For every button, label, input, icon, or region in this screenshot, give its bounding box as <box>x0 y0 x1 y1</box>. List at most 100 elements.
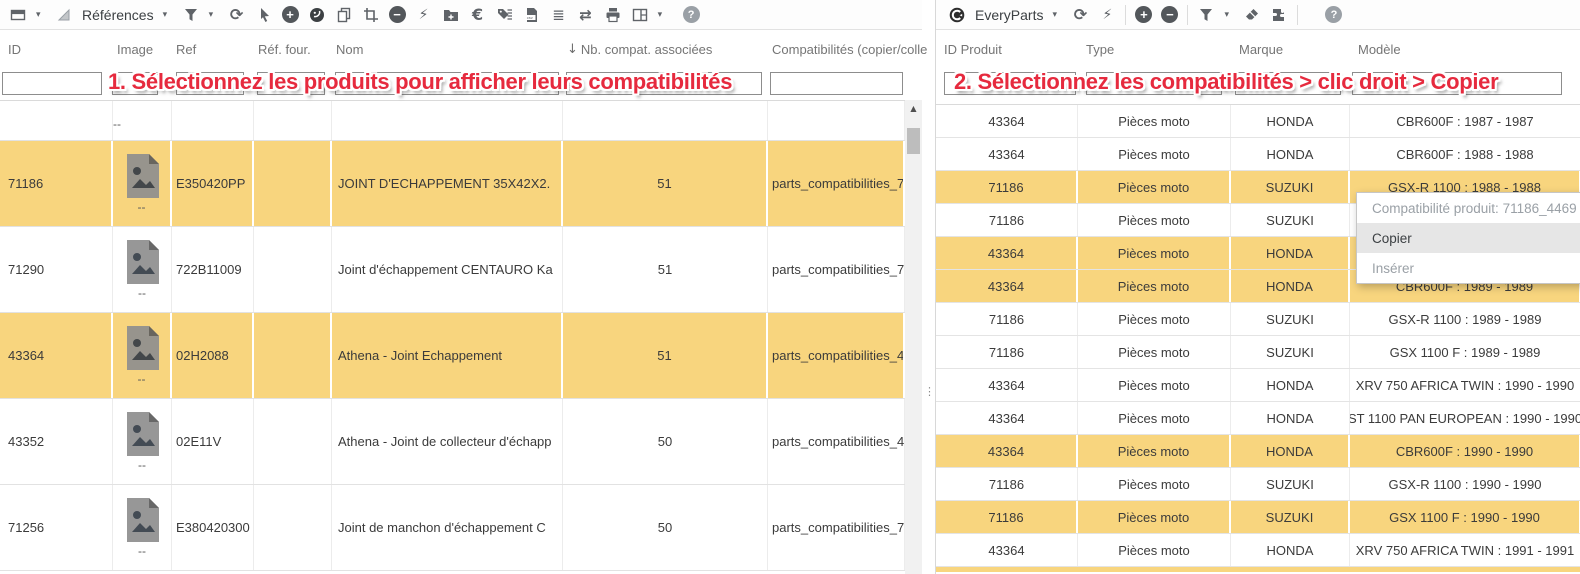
cell-id-produit: 43364 <box>936 435 1078 467</box>
filter-icon[interactable] <box>1197 6 1215 24</box>
euro-icon[interactable]: € <box>469 6 487 24</box>
lightning-icon[interactable]: ⚡ <box>415 6 433 24</box>
tag-list-icon[interactable] <box>496 6 514 24</box>
svg-text:csv: csv <box>526 15 532 20</box>
remove-circle-icon[interactable]: − <box>389 6 406 23</box>
cell-modele: CBR600F : 1990 - 1990 <box>1350 435 1580 467</box>
table-row[interactable]: 43364Pièces motoHONDACBR600F : 1990 - 19… <box>936 435 1580 468</box>
shuffle-icon[interactable]: ⇄ <box>577 6 595 24</box>
annotation-step-1: 1. Sélectionnez les produits pour affich… <box>108 69 732 95</box>
layout-icon[interactable] <box>631 6 649 24</box>
table-row[interactable]: 43364Pièces motoHONDAXRV 750 AFRICA TWIN… <box>936 369 1580 402</box>
csv-file-icon[interactable]: csv <box>523 6 541 24</box>
column-header-compatibilites[interactable]: Compatibilités (copier/colle <box>768 30 905 68</box>
cell-type: Pièces moto <box>1078 270 1231 302</box>
table-row[interactable]: 71186Pièces motoSUZUKIGSX-R 1100 : 1990 … <box>936 468 1580 501</box>
column-header-nom[interactable]: Nom <box>332 30 563 68</box>
cell-type: Pièces moto <box>1078 204 1231 236</box>
cell-marque: HONDA <box>1231 105 1350 137</box>
cell-nom: JOINT D'ECHAPPEMENT 35X42X2. <box>332 141 563 226</box>
cell-compatibilites <box>768 101 905 140</box>
column-header-image[interactable]: Image <box>113 30 172 68</box>
view-name-label[interactable]: Références <box>82 7 154 23</box>
cell-ref: 02H2088 <box>172 313 254 398</box>
table-row[interactable]: 43364Pièces motoHONDACBR600F : 1987 - 19… <box>936 105 1580 138</box>
cell-type: Pièces moto <box>1078 435 1231 467</box>
chevron-down-icon[interactable]: ▾ <box>658 10 668 20</box>
help-icon[interactable]: ? <box>683 6 700 23</box>
filter-input-id[interactable] <box>2 72 102 95</box>
table-row-partial[interactable]: -- <box>0 101 905 141</box>
chevron-down-icon[interactable]: ▾ <box>163 10 173 20</box>
window-icon[interactable] <box>9 6 27 24</box>
cell-type: Pièces moto <box>1078 369 1231 401</box>
table-row[interactable]: 71186Pièces motoSUZUKIGSX-R 1100 : 1989 … <box>936 303 1580 336</box>
chevron-down-icon[interactable]: ▾ <box>1052 10 1062 20</box>
column-header-nb-compat[interactable]: ↓ Nb. compat. associées <box>563 30 768 68</box>
copy-icon[interactable] <box>335 6 353 24</box>
numbered-list-icon[interactable]: ≣ <box>550 6 568 24</box>
remove-circle-icon[interactable]: − <box>1161 6 1178 23</box>
table-row[interactable]: 71186--E350420PPJOINT D'ECHAPPEMENT 35X4… <box>0 141 905 227</box>
cell-marque: SUZUKI <box>1231 468 1350 500</box>
right-table-header: ID Produit Type Marque Modèle <box>936 30 1580 68</box>
cell-marque: HONDA <box>1231 402 1350 434</box>
dark-circle-icon[interactable] <box>308 6 326 24</box>
cell-image: -- <box>113 485 172 570</box>
cell-marque: HONDA <box>1231 534 1350 566</box>
column-header-ref[interactable]: Ref <box>172 30 254 68</box>
add-circle-icon[interactable]: + <box>1135 6 1152 23</box>
print-icon[interactable] <box>604 6 622 24</box>
column-header-marque[interactable]: Marque <box>1231 30 1350 68</box>
chevron-down-icon[interactable]: ▾ <box>1224 10 1234 20</box>
chevron-down-icon[interactable]: ▾ <box>36 10 46 20</box>
cell-type: Pièces moto <box>1078 534 1231 566</box>
table-row[interactable]: 71186Pièces motoSUZUKIGSX 1100 F : 1989 … <box>936 336 1580 369</box>
table-row[interactable]: 43352--02E11VAthena - Joint de collecteu… <box>0 399 905 485</box>
column-header-id[interactable]: ID <box>0 30 113 68</box>
scroll-up-arrow-icon[interactable]: ▲ <box>905 100 922 117</box>
context-menu-item-inserer[interactable]: Insérer <box>1357 253 1580 283</box>
image-placeholder: -- <box>138 459 146 471</box>
table-row[interactable]: 71186Pièces motoSUZUKIGSX 1100 F : 1990 … <box>936 501 1580 534</box>
table-row[interactable]: 71256--E380420300Joint de manchon d'écha… <box>0 485 905 571</box>
app-name-label[interactable]: EveryParts <box>975 7 1043 23</box>
lightning-icon[interactable]: ⚡ <box>1098 6 1116 24</box>
cell-marque: HONDA <box>1231 237 1350 269</box>
application-window: ▾ Références ▾ ▾ ⟳ + − <box>0 0 1580 574</box>
context-menu-item-copier[interactable]: Copier <box>1357 223 1580 253</box>
vertical-scrollbar[interactable]: ▲ <box>905 100 922 574</box>
cell-modele: CBR600F : 1987 - 1987 <box>1350 105 1580 137</box>
column-header-id-produit[interactable]: ID Produit <box>936 30 1078 68</box>
panel-splitter[interactable]: ⋮⋮ <box>922 30 935 574</box>
cell-id-produit: 71186 <box>936 501 1078 533</box>
table-row[interactable]: 43364--02H2088Athena - Joint Echappement… <box>0 313 905 399</box>
cell-type: Pièces moto <box>1078 468 1231 500</box>
filter-icon[interactable] <box>182 6 200 24</box>
left-table-header: ID Image Ref Réf. four. Nom ↓ Nb. compat… <box>0 30 905 68</box>
column-header-ref-four[interactable]: Réf. four. <box>254 30 332 68</box>
folder-add-icon[interactable] <box>442 6 460 24</box>
crop-icon[interactable] <box>362 6 380 24</box>
table-row[interactable]: 43364Pièces motoHONDACBR600F : 1988 - 19… <box>936 138 1580 171</box>
set-square-icon <box>55 6 73 24</box>
cell-id: 43352 <box>0 399 113 484</box>
puzzle-icon[interactable] <box>1270 6 1288 24</box>
add-circle-icon[interactable]: + <box>282 6 299 23</box>
column-header-modele[interactable]: Modèle <box>1350 30 1580 68</box>
table-row-partial[interactable] <box>936 567 1580 572</box>
cursor-icon[interactable] <box>255 6 273 24</box>
chevron-down-icon[interactable]: ▾ <box>209 10 219 20</box>
refresh-icon[interactable]: ⟳ <box>1071 6 1089 24</box>
refresh-icon[interactable]: ⟳ <box>228 6 246 24</box>
help-icon[interactable]: ? <box>1325 6 1342 23</box>
cell-marque: SUZUKI <box>1231 303 1350 335</box>
eraser-icon[interactable] <box>1243 6 1261 24</box>
table-row[interactable]: 43364Pièces motoHONDAXRV 750 AFRICA TWIN… <box>936 534 1580 567</box>
scrollbar-thumb[interactable] <box>907 128 920 154</box>
column-header-type[interactable]: Type <box>1078 30 1231 68</box>
table-row[interactable]: 71290--722B11009Joint d'échappement CENT… <box>0 227 905 313</box>
filter-input-compatibilites[interactable] <box>770 72 903 95</box>
sort-descending-icon: ↓ <box>567 42 578 57</box>
table-row[interactable]: 43364Pièces motoHONDAST 1100 PAN EUROPEA… <box>936 402 1580 435</box>
